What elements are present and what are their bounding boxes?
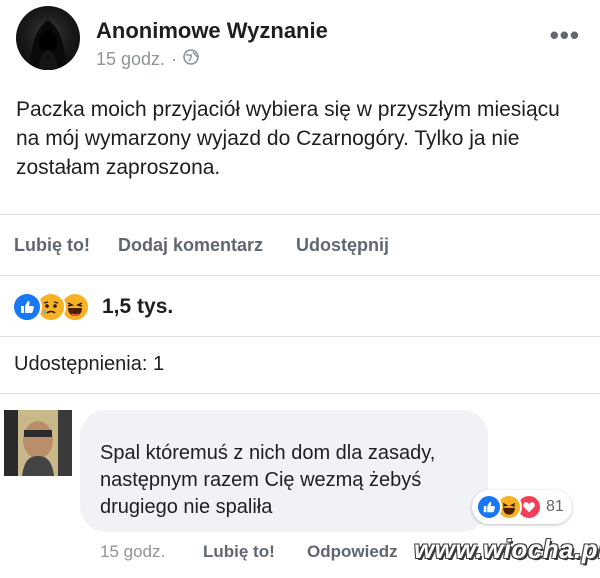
author-avatar[interactable] [16,6,80,70]
post-actions-bar: Lubię to! Dodaj komentarz Udostępnij [0,214,600,276]
commenter-avatar[interactable] [4,410,72,476]
shares-count[interactable]: Udostępnienia: 1 [14,353,164,376]
more-options-button[interactable]: ••• [550,20,580,51]
meta-separator: · [171,49,178,69]
comment-reactions-count: 81 [546,498,564,515]
watermark: www.wiocha.pl [414,534,600,564]
comment-text: Spal któremuś z nich dom dla zasady, nas… [100,442,436,518]
divider [0,336,600,337]
share-button[interactable]: Udostępnij [296,235,389,256]
author-name[interactable]: Anonimowe Wyznanie [96,18,328,44]
post-time[interactable]: 15 godz. [96,49,165,70]
like-icon [12,292,42,322]
add-comment-button[interactable]: Dodaj komentarz [118,235,263,256]
post-meta: 15 godz. · [96,49,199,70]
like-icon [476,494,502,520]
comment-reply-button[interactable]: Odpowiedz [307,542,398,562]
post-text: Paczka moich przyjaciół wybiera się w pr… [16,98,560,179]
globe-icon [183,49,199,70]
reactions-summary[interactable]: 1,5 tys. [12,290,173,324]
reactions-count[interactable]: 1,5 tys. [102,295,173,319]
comment-reactions[interactable]: 81 [472,490,572,524]
comment-time[interactable]: 15 godz. [100,542,165,562]
like-button[interactable]: Lubię to! [14,235,90,256]
post-header: Anonimowe Wyznanie 15 godz. · ••• [16,6,586,76]
divider [0,393,600,394]
comment-like-button[interactable]: Lubię to! [203,542,275,562]
